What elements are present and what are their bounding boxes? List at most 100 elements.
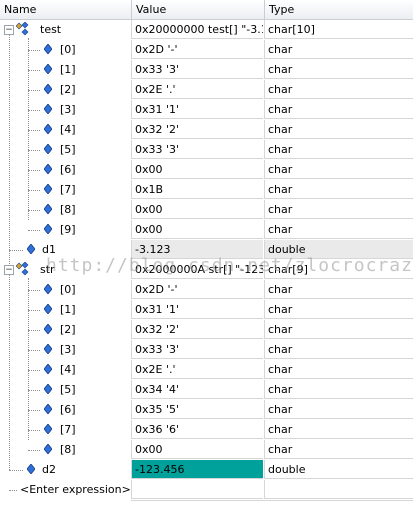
value-cell[interactable]: 0x00: [131, 160, 263, 179]
watch-row[interactable]: [7] 0x36 '6' char: [0, 420, 413, 440]
value-cell[interactable]: 0x2E '.': [131, 80, 263, 99]
watch-row[interactable]: [5] 0x33 '3' char: [0, 140, 413, 160]
watch-row[interactable]: − str 0x2000000A str[] "-123... char[9]: [0, 260, 413, 280]
watch-row[interactable]: [4] 0x32 '2' char: [0, 120, 413, 140]
value-cell[interactable]: 0x1B: [131, 180, 263, 199]
name-cell: [4]: [0, 360, 130, 380]
element-index: [2]: [60, 83, 76, 96]
column-type-header[interactable]: Type: [264, 0, 413, 19]
enter-expression-input[interactable]: <Enter expression>: [20, 480, 131, 500]
tree-line: [28, 90, 40, 91]
variable-icon: [44, 44, 52, 54]
type-cell: char: [264, 80, 413, 99]
watch-row[interactable]: − test 0x20000000 test[] "-3.1...char[10]: [0, 20, 413, 40]
watch-row[interactable]: [1] 0x33 '3' char: [0, 60, 413, 80]
value-cell[interactable]: 0x2000000A str[] "-123...: [131, 260, 263, 279]
value-cell[interactable]: 0x2D '-': [131, 280, 263, 299]
type-cell: char: [264, 440, 413, 459]
type-cell: char: [264, 420, 413, 439]
watch-row[interactable]: [4] 0x2E '.' char: [0, 360, 413, 380]
variable-icon: [44, 444, 52, 454]
enter-expression-row[interactable]: <Enter expression>: [0, 480, 413, 500]
element-index: [0]: [60, 283, 76, 296]
element-index: [6]: [60, 163, 76, 176]
value-cell[interactable]: [131, 480, 263, 499]
watch-row[interactable]: [6] 0x00 char: [0, 160, 413, 180]
collapse-test-icon[interactable]: −: [4, 25, 14, 35]
watch-row[interactable]: [8] 0x00 char: [0, 440, 413, 460]
name-cell: [1]: [0, 60, 130, 80]
variable-icon: [44, 284, 52, 294]
value-cell[interactable]: 0x35 '5': [131, 400, 263, 419]
value-cell[interactable]: 0x31 '1': [131, 300, 263, 319]
column-value-header[interactable]: Value: [131, 0, 264, 19]
element-index: [5]: [60, 143, 76, 156]
type-cell: [264, 480, 413, 499]
type-cell: char: [264, 360, 413, 379]
value-cell[interactable]: 0x33 '3': [131, 140, 263, 159]
watch-row[interactable]: [5] 0x34 '4' char: [0, 380, 413, 400]
watch-row[interactable]: [8] 0x00 char: [0, 200, 413, 220]
watch-row[interactable]: [2] 0x32 '2' char: [0, 320, 413, 340]
tree-line: [28, 450, 40, 451]
value-cell[interactable]: -3.123: [131, 240, 263, 259]
watch-row[interactable]: [3] 0x31 '1' char: [0, 100, 413, 120]
type-cell: char: [264, 280, 413, 299]
variable-icon: [44, 64, 52, 74]
value-cell[interactable]: 0x31 '1': [131, 100, 263, 119]
name-cell: − test: [0, 20, 130, 40]
name-cell: <Enter expression>: [0, 480, 131, 500]
value-cell[interactable]: 0x20000000 test[] "-3.1...: [131, 20, 263, 39]
name-cell: − str: [0, 260, 130, 280]
type-cell: char: [264, 220, 413, 239]
value-cell[interactable]: 0x2D '-': [131, 40, 263, 59]
value-cell[interactable]: 0x00: [131, 440, 263, 459]
tree-line: [28, 310, 40, 311]
value-cell[interactable]: 0x00: [131, 200, 263, 219]
value-cell[interactable]: 0x33 '3': [131, 340, 263, 359]
value-cell[interactable]: 0x36 '6': [131, 420, 263, 439]
element-index: [4]: [60, 363, 76, 376]
element-index: [3]: [60, 343, 76, 356]
type-cell: char: [264, 320, 413, 339]
element-index: [0]: [60, 43, 76, 56]
tree-line: [28, 350, 40, 351]
value-cell[interactable]: 0x34 '4': [131, 380, 263, 399]
watch-row[interactable]: [1] 0x31 '1' char: [0, 300, 413, 320]
watch-row[interactable]: [9] 0x00 char: [0, 220, 413, 240]
tree-line: [28, 278, 29, 440]
watch-row[interactable]: [2] 0x2E '.' char: [0, 80, 413, 100]
value-cell[interactable]: 0x32 '2': [131, 320, 263, 339]
watch-row[interactable]: [7] 0x1B char: [0, 180, 413, 200]
watch-row[interactable]: [0] 0x2D '-' char: [0, 40, 413, 60]
value-cell[interactable]: 0x33 '3': [131, 60, 263, 79]
tree-line: [28, 410, 40, 411]
variable-name: test: [40, 23, 62, 36]
watch-row[interactable]: [0] 0x2D '-' char: [0, 280, 413, 300]
tree-line: [28, 70, 40, 71]
element-index: [7]: [60, 183, 76, 196]
value-cell[interactable]: 0x00: [131, 220, 263, 239]
tree-line: [28, 330, 40, 331]
name-cell: [8]: [0, 200, 130, 220]
value-cell[interactable]: -123.456: [131, 460, 263, 479]
watch-row[interactable]: [6] 0x35 '5' char: [0, 400, 413, 420]
value-cell[interactable]: 0x32 '2': [131, 120, 263, 139]
watch-row[interactable]: [3] 0x33 '3' char: [0, 340, 413, 360]
type-cell: char[10]: [264, 20, 413, 39]
watch-row[interactable]: d1 -3.123 double: [0, 240, 413, 260]
variable-name: d1: [42, 243, 56, 256]
column-name-header[interactable]: Name: [0, 0, 130, 19]
collapse-str-icon[interactable]: −: [4, 265, 14, 275]
element-index: [3]: [60, 103, 76, 116]
name-cell: [2]: [0, 80, 130, 100]
value-cell[interactable]: 0x2E '.': [131, 360, 263, 379]
tree-line: [28, 38, 29, 220]
name-cell: [0]: [0, 40, 130, 60]
name-cell: [0]: [0, 280, 130, 300]
tree-line: [28, 290, 40, 291]
name-cell: [5]: [0, 140, 130, 160]
variable-icon: [44, 424, 52, 434]
name-cell: [6]: [0, 400, 130, 420]
watch-row[interactable]: d2 -123.456 double: [0, 460, 413, 480]
